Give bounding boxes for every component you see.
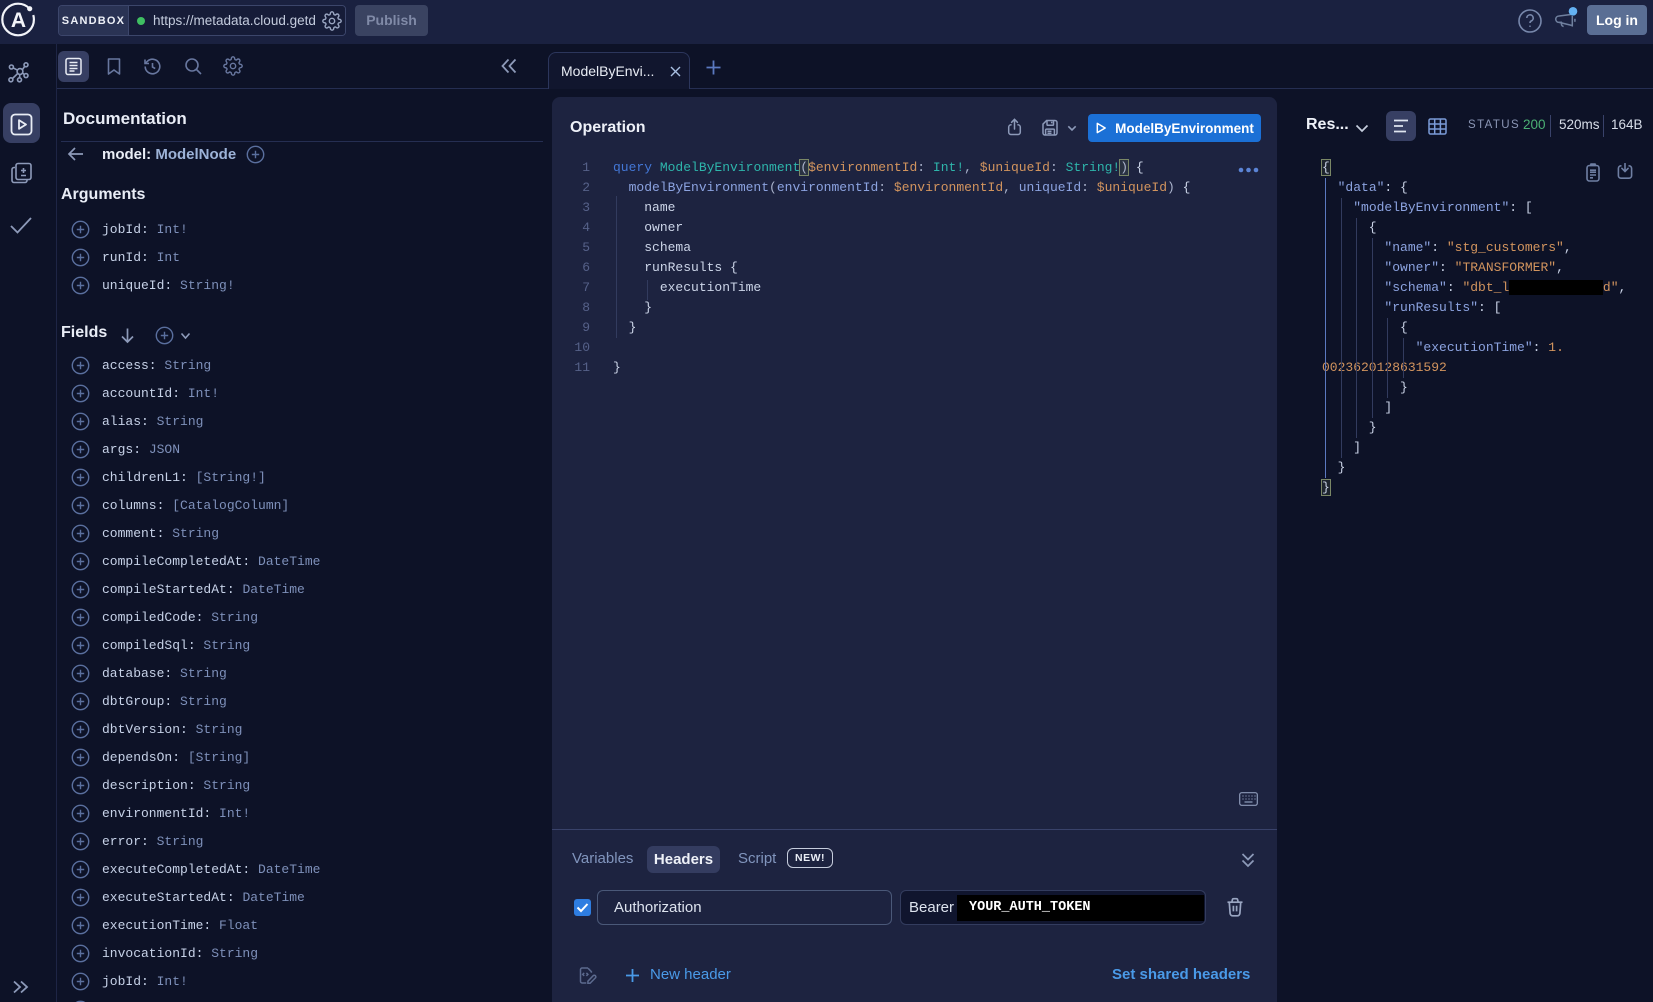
svg-text:A: A [11,9,26,32]
